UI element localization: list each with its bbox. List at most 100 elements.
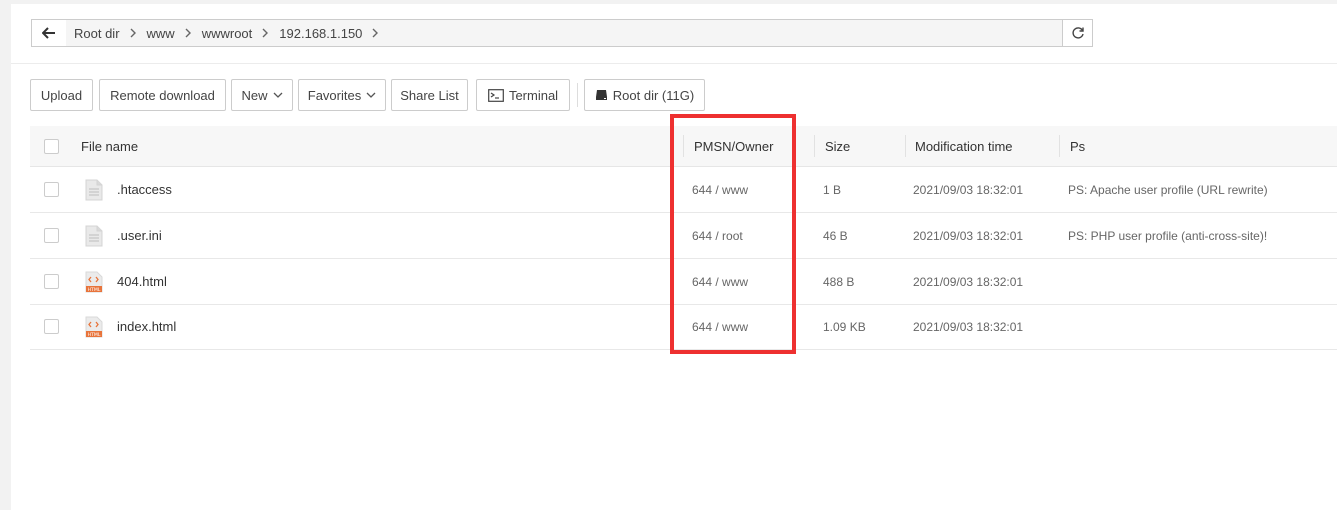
share-list-button[interactable]: Share List [391,79,468,111]
new-label: New [241,87,268,103]
permission-owner[interactable]: 644 / www [692,167,748,212]
share-list-label: Share List [400,87,459,103]
file-size: 1.09 KB [823,304,866,349]
column-label: Size [825,138,851,154]
file-size: 1 B [823,167,841,212]
chevron-down-icon [273,92,282,98]
column-pmsn-owner[interactable]: PMSN/Owner [694,126,773,166]
arrow-left-icon [42,27,55,39]
upload-label: Upload [40,87,83,103]
toolbar-separator [577,83,578,107]
root-dir-label: Root dir (11G) [612,87,695,103]
svg-text:HTML: HTML [88,332,101,338]
file-ps[interactable]: PS: Apache user profile (URL rewrite) [1068,167,1268,212]
ps-text: PS: PHP user profile (anti-cross-site)! [1068,228,1268,243]
text-file-icon [85,225,103,247]
html-file-icon: HTML [85,271,103,293]
breadcrumb-label: Root dir [74,25,120,41]
upload-button[interactable]: Upload [30,79,93,111]
permission-owner[interactable]: 644 / www [692,259,748,304]
column-label: File name [81,138,139,154]
path-bar: Root dir www wwwroot 192.168.1.150 [31,19,1093,47]
modification-time: 2021/09/03 18:32:01 [913,304,1023,349]
row-checkbox[interactable] [44,274,59,289]
html-file-icon: HTML [85,316,103,338]
breadcrumb-item-wwwroot[interactable]: wwwroot [202,26,280,41]
table-row[interactable]: .htaccess 644 / www 1 B 2021/09/03 18:32… [30,167,1337,213]
mtime-text: 2021/09/03 18:32:01 [913,228,1024,243]
text-file-icon [85,179,103,201]
back-button[interactable] [31,19,67,47]
row-checkbox[interactable] [44,319,59,334]
mtime-text: 2021/09/03 18:32:01 [913,182,1024,197]
file-size-text: 1 B [823,182,842,197]
permission-owner[interactable]: 644 / root [692,213,743,258]
modification-time: 2021/09/03 18:32:01 [913,167,1023,212]
breadcrumb-item-www[interactable]: www [147,26,202,41]
terminal-label: Terminal [508,87,559,103]
chevron-right-icon [262,28,269,38]
file-size: 46 B [823,213,848,258]
file-size: 488 B [823,259,854,304]
remote-download-button[interactable]: Remote download [99,79,226,111]
column-separator [1059,135,1060,157]
file-ps[interactable]: PS: PHP user profile (anti-cross-site)! [1068,213,1267,258]
refresh-icon [1071,27,1084,39]
column-separator [683,135,684,157]
file-size-text: 1.09 KB [823,319,866,334]
column-separator [814,135,815,157]
column-file-name[interactable]: File name [81,126,138,166]
row-checkbox[interactable] [44,228,59,243]
breadcrumb-item-root[interactable]: Root dir [74,26,147,41]
terminal-button[interactable]: Terminal [476,79,570,111]
file-name[interactable]: .user.ini [117,213,162,258]
permission-text: 644 / www [692,182,749,197]
remote-download-label: Remote download [110,87,215,103]
column-size[interactable]: Size [825,126,850,166]
table-row[interactable]: .user.ini 644 / root 46 B 2021/09/03 18:… [30,213,1337,259]
chevron-right-icon [372,28,379,38]
modification-time: 2021/09/03 18:32:01 [913,259,1023,304]
new-button[interactable]: New [231,79,293,111]
column-ps[interactable]: Ps [1070,126,1085,166]
disk-icon [595,90,607,100]
favorites-button[interactable]: Favorites [298,79,386,111]
table-row[interactable]: HTML index.html 644 / www 1.09 KB 2021/0… [30,304,1337,350]
favorites-label: Favorites [307,87,362,103]
mtime-text: 2021/09/03 18:32:01 [913,319,1024,334]
ps-text: PS: Apache user profile (URL rewrite) [1068,182,1268,197]
file-name-text: index.html [117,319,177,334]
file-name-text: .user.ini [117,228,162,243]
breadcrumb: Root dir www wwwroot 192.168.1.150 [66,19,1063,47]
permission-owner[interactable]: 644 / www [692,304,748,349]
mtime-text: 2021/09/03 18:32:01 [913,274,1024,289]
file-name[interactable]: index.html [117,304,176,349]
refresh-button[interactable] [1062,19,1093,47]
breadcrumb-label: www [146,25,175,41]
column-label: PMSN/Owner [694,138,774,154]
permission-text: 644 / www [692,274,749,289]
column-label: Ps [1070,138,1086,154]
file-size-text: 488 B [823,274,855,289]
column-separator [905,135,906,157]
select-all-checkbox[interactable] [44,139,59,154]
file-name[interactable]: 404.html [117,259,167,304]
breadcrumb-item-site[interactable]: 192.168.1.150 [279,26,389,41]
root-dir-disk-button[interactable]: Root dir (11G) [584,79,705,111]
breadcrumb-label: wwwroot [201,25,253,41]
file-manager-panel: Root dir www wwwroot 192.168.1.150 Uploa… [11,4,1337,510]
file-name[interactable]: .htaccess [117,167,172,212]
row-checkbox[interactable] [44,182,59,197]
permission-text: 644 / root [692,228,743,243]
file-size-text: 46 B [823,228,848,243]
chevron-right-icon [130,28,136,38]
svg-text:HTML: HTML [88,287,101,293]
column-modification-time[interactable]: Modification time [915,126,1013,166]
table-header: File name PMSN/Owner Size Modification t… [30,126,1337,167]
chevron-right-icon [185,28,191,38]
table-row[interactable]: HTML 404.html 644 / www 488 B 2021/09/03… [30,259,1337,305]
permission-text: 644 / www [692,319,749,334]
header-divider [11,63,1337,64]
chevron-down-icon [366,92,376,98]
modification-time: 2021/09/03 18:32:01 [913,213,1023,258]
